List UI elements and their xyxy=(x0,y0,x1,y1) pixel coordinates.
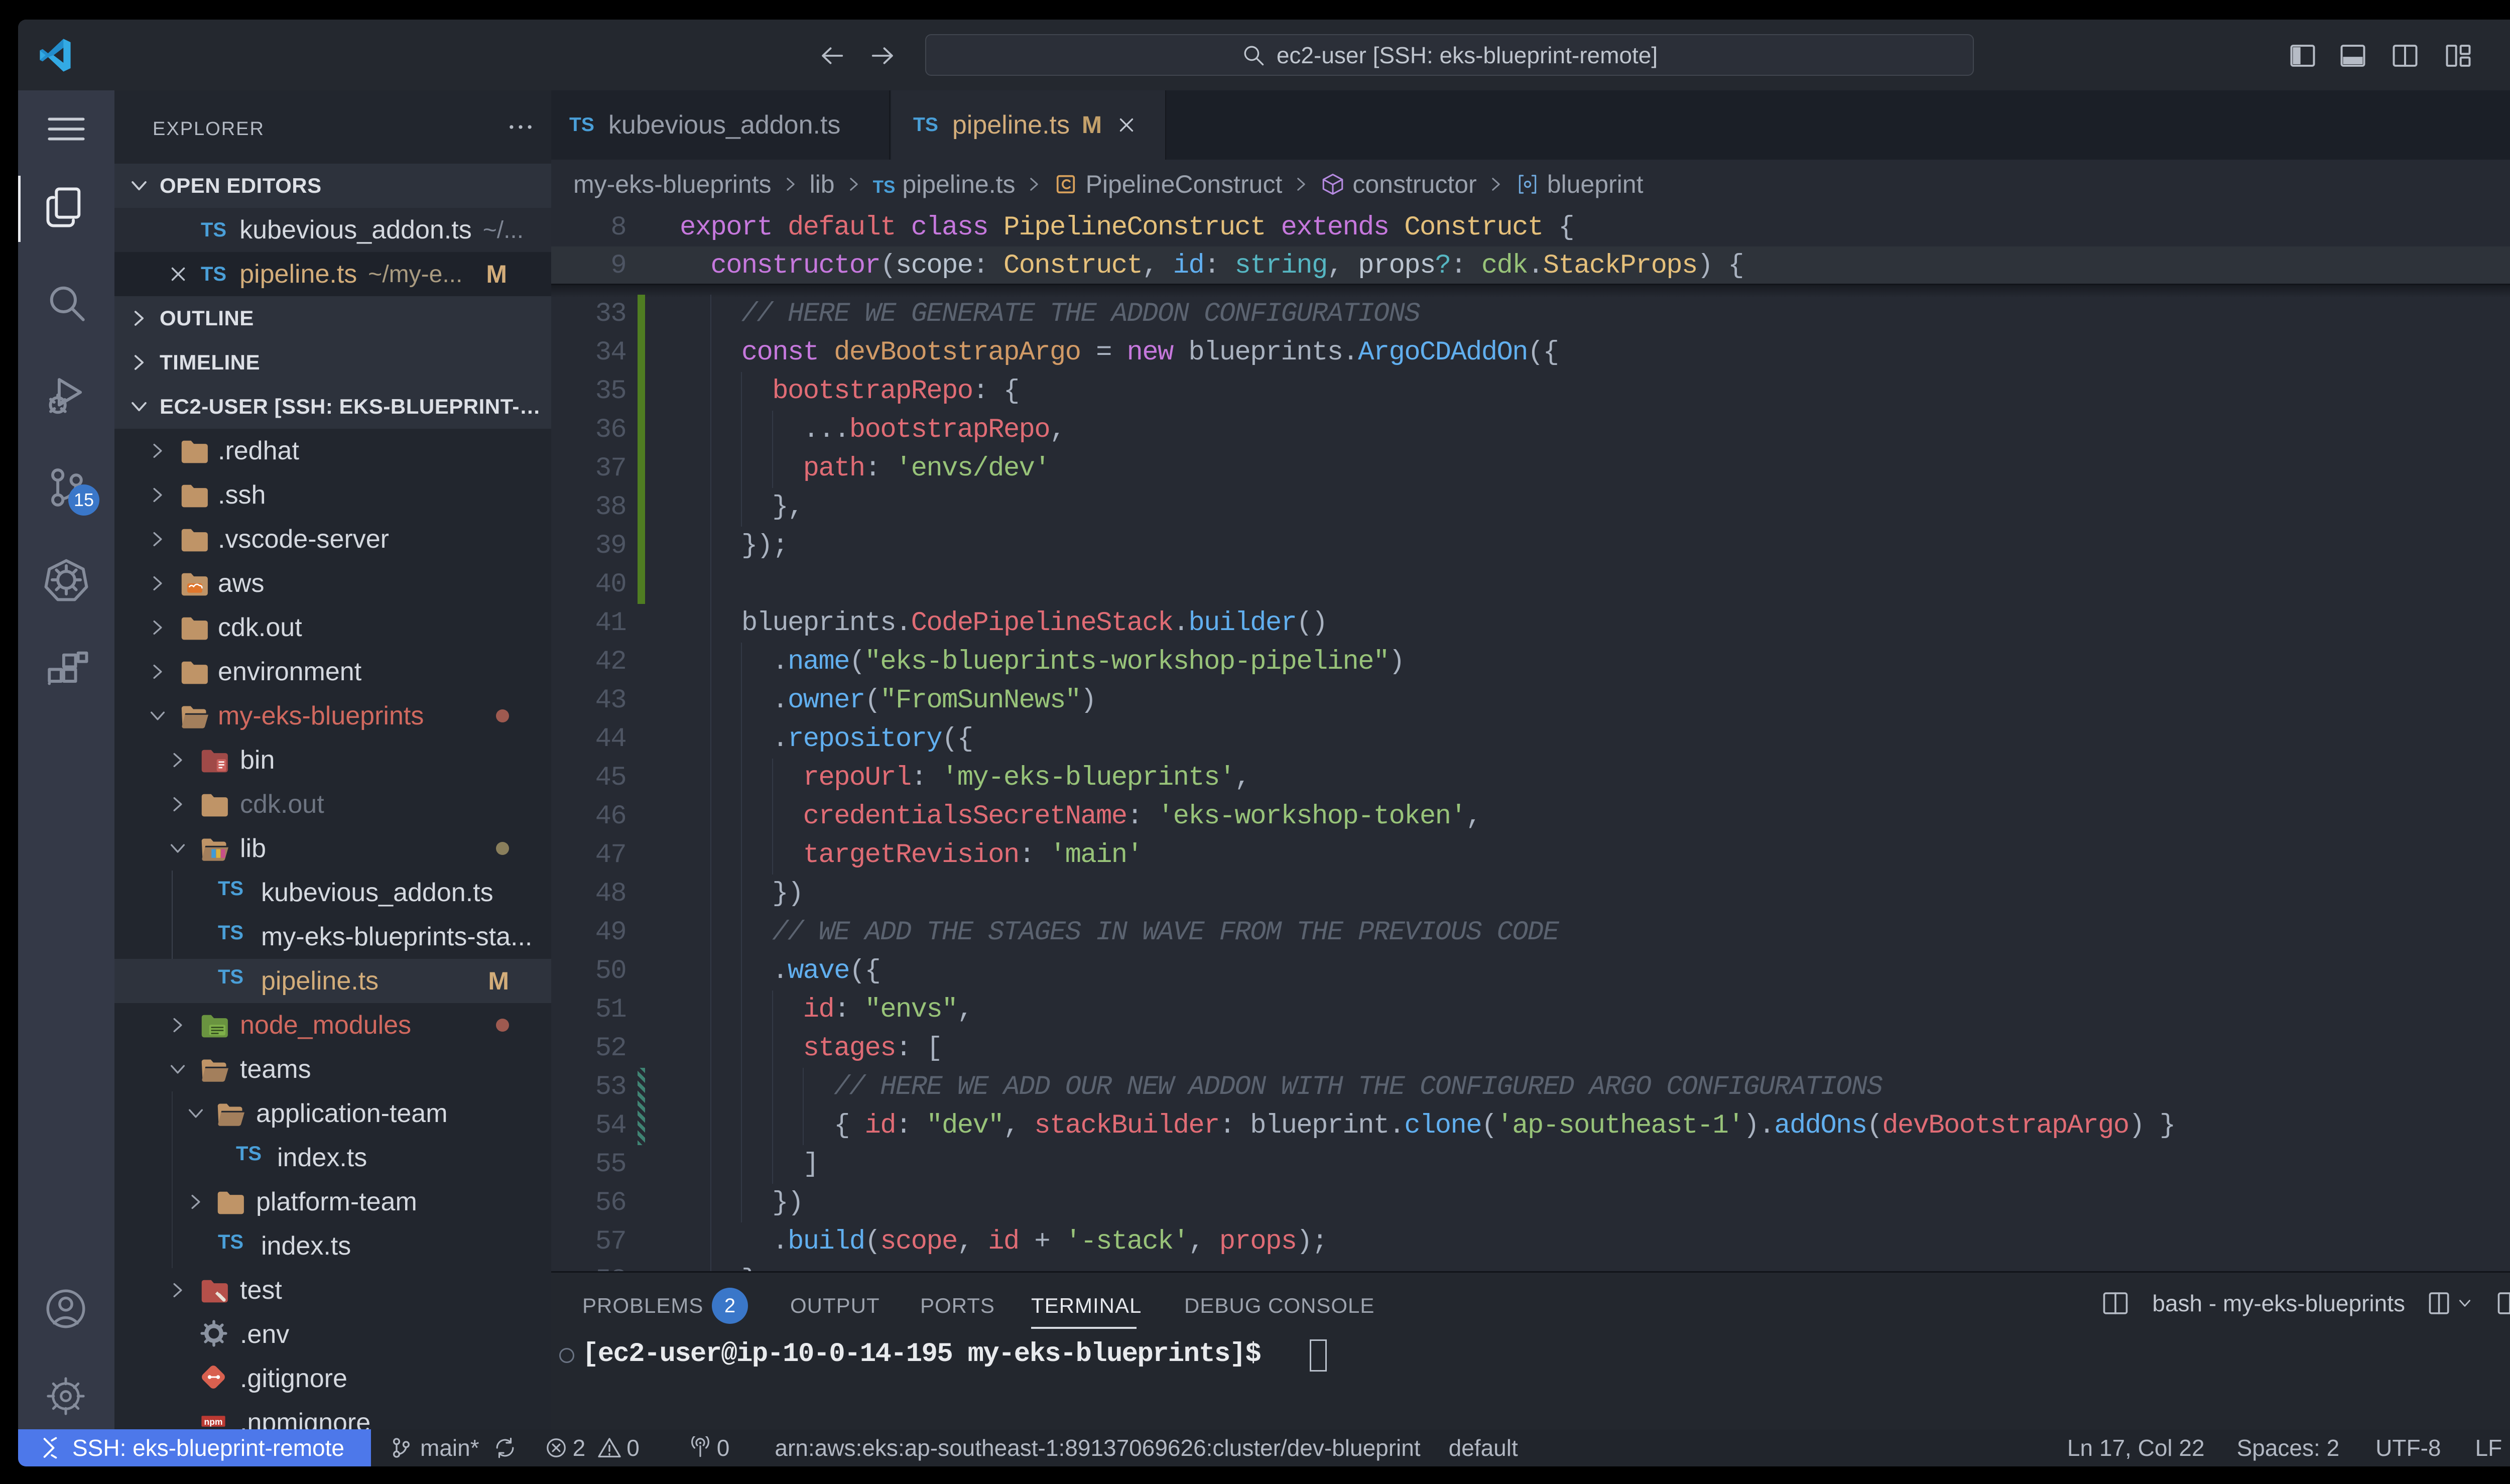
svg-text:npm: npm xyxy=(204,1417,222,1427)
